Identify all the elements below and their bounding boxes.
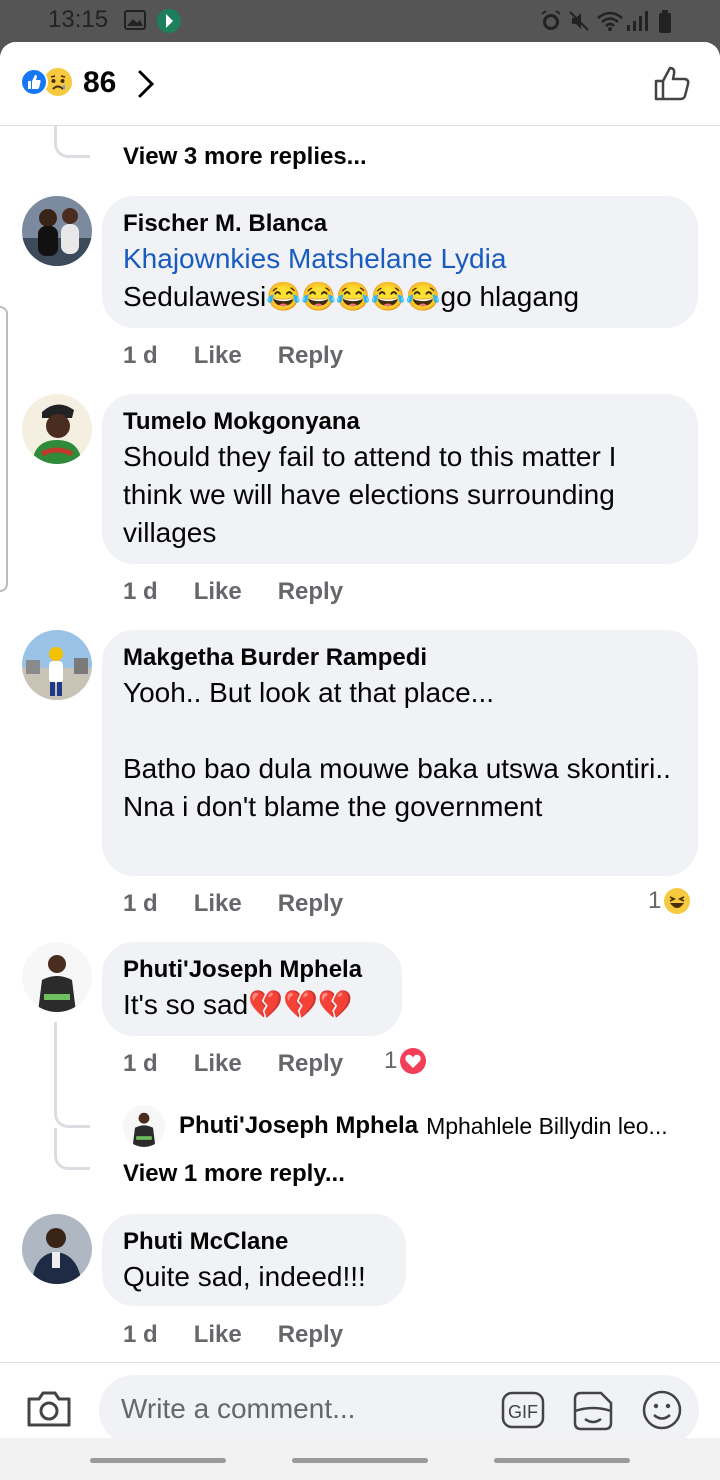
emoji-icon[interactable] <box>641 1389 683 1436</box>
like-button[interactable]: Like <box>194 342 242 370</box>
comment-actions: 1 d Like Reply <box>123 1050 379 1078</box>
avatar[interactable] <box>22 942 92 1012</box>
avatar[interactable] <box>22 1214 92 1284</box>
system-nav-bar <box>0 1438 720 1480</box>
comment-time: 1 d <box>123 1050 158 1077</box>
status-bar: 13:15 <box>0 0 720 44</box>
avatar[interactable] <box>22 630 92 700</box>
comment-text: Yooh.. But look at that place... Batho b… <box>123 674 676 826</box>
comment-text: Quite sad, indeed!!! <box>123 1261 366 1292</box>
reply-button[interactable]: Reply <box>278 578 343 606</box>
comments-sheet: 86 View 3 more replies... Fischer M. Bla… <box>0 42 720 1480</box>
reply-button[interactable]: Reply <box>278 890 343 918</box>
comment-author[interactable]: Fischer M. Blanca <box>123 208 676 240</box>
comment-bubble[interactable]: Phuti'Joseph Mphela It's so sad💔💔💔 <box>102 942 402 1036</box>
comment-actions: 1 d Like Reply <box>123 578 379 606</box>
signal-icon <box>626 10 650 37</box>
comment-author[interactable]: Tumelo Mokgonyana <box>123 406 676 438</box>
scroll-indicator[interactable] <box>0 306 8 592</box>
comment-text-line: Batho bao dula mouwe baka utswa skontiri… <box>123 753 671 822</box>
view-more-replies[interactable]: View 1 more reply... <box>123 1160 345 1188</box>
mute-icon <box>568 10 590 37</box>
camera-icon[interactable] <box>26 1389 72 1434</box>
like-outline-icon[interactable] <box>652 64 692 109</box>
reaction-badge-count: 1 <box>648 887 662 914</box>
comment-author[interactable]: Phuti McClane <box>123 1226 384 1258</box>
comment-placeholder: Write a comment... <box>121 1393 356 1424</box>
comment-time: 1 d <box>123 342 158 369</box>
sheet-header: 86 <box>0 42 720 126</box>
love-icon <box>399 1047 427 1075</box>
comment-text: It's so sad💔💔💔 <box>123 989 353 1020</box>
nav-home-handle[interactable] <box>292 1458 428 1463</box>
reply-text: Mphahlele Billydin leo... <box>426 1112 668 1139</box>
comment-bubble[interactable]: Makgetha Burder Rampedi Yooh.. But look … <box>102 630 698 876</box>
chevron-right-icon[interactable] <box>137 70 155 103</box>
reaction-badge[interactable]: 1 <box>384 1047 427 1075</box>
nav-recents-handle[interactable] <box>90 1458 226 1463</box>
comment-text: Sedulawesi😂😂😂😂😂go hlagang <box>123 281 580 312</box>
comment-mention[interactable]: Khajownkies Matshelane Lydia <box>123 240 676 278</box>
comment-time: 1 d <box>123 890 158 917</box>
view-more-replies[interactable]: View 3 more replies... <box>123 143 367 171</box>
svg-text:GIF: GIF <box>508 1402 538 1422</box>
reply-button[interactable]: Reply <box>278 342 343 370</box>
app-icon <box>156 8 182 39</box>
comment-text-line: Yooh.. But look at that place... <box>123 677 494 708</box>
comment-actions: 1 d Like Reply <box>123 890 379 918</box>
image-icon <box>124 10 146 35</box>
thread-line <box>54 1022 57 1082</box>
haha-icon <box>663 887 691 915</box>
reaction-badge-count: 1 <box>384 1047 398 1074</box>
comment-bubble[interactable]: Fischer M. Blanca Khajownkies Matshelane… <box>102 196 698 328</box>
avatar[interactable] <box>22 394 92 464</box>
reply-button[interactable]: Reply <box>278 1050 343 1078</box>
alarm-icon <box>540 10 562 37</box>
comment-text-line <box>123 712 676 750</box>
like-button[interactable]: Like <box>194 890 242 918</box>
thread-line <box>54 1080 90 1128</box>
sticker-icon[interactable] <box>571 1389 615 1438</box>
wifi-icon <box>597 10 623 37</box>
reaction-badge[interactable]: 1 <box>648 887 691 915</box>
comment-author[interactable]: Phuti'Joseph Mphela <box>123 954 380 986</box>
like-button[interactable]: Like <box>194 578 242 606</box>
comment-actions: 1 d Like Reply <box>123 342 379 370</box>
comment-bubble[interactable]: Tumelo Mokgonyana Should they fail to at… <box>102 394 698 564</box>
avatar[interactable] <box>22 196 92 266</box>
status-time: 13:15 <box>48 6 109 33</box>
comment-bubble[interactable]: Phuti McClane Quite sad, indeed!!! <box>102 1214 406 1306</box>
comment-input[interactable]: Write a comment... GIF <box>99 1375 699 1445</box>
nav-back-handle[interactable] <box>494 1458 630 1463</box>
thread-line <box>54 1128 90 1170</box>
like-button[interactable]: Like <box>194 1321 242 1349</box>
reaction-count[interactable]: 86 <box>83 66 116 100</box>
like-button[interactable]: Like <box>194 1050 242 1078</box>
reply-button[interactable]: Reply <box>278 1321 343 1349</box>
like-icon <box>20 68 48 96</box>
comment-time: 1 d <box>123 578 158 605</box>
reply-author[interactable]: Phuti'Joseph Mphela <box>179 1112 418 1140</box>
comment-text: Should they fail to attend to this matte… <box>123 441 617 548</box>
comment-actions: 1 d Like Reply <box>123 1321 379 1349</box>
avatar[interactable] <box>123 1105 165 1147</box>
comment-time: 1 d <box>123 1321 158 1348</box>
battery-icon <box>658 10 672 39</box>
gif-icon[interactable]: GIF <box>501 1391 545 1434</box>
comment-author[interactable]: Makgetha Burder Rampedi <box>123 642 676 674</box>
reply-preview[interactable]: Phuti'Joseph Mphela Mphahlele Billydin l… <box>123 1104 703 1148</box>
